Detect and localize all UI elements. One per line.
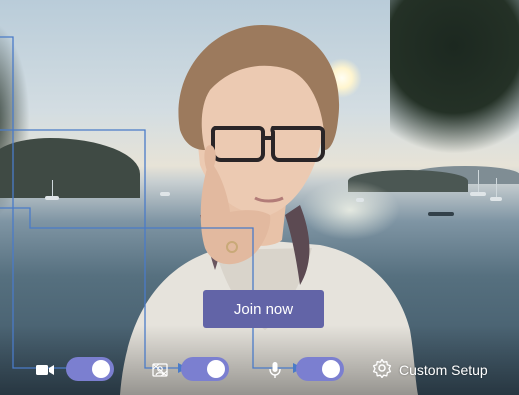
background-effects-toggle[interactable] bbox=[181, 357, 229, 381]
device-controls-bar: Custom Setup bbox=[0, 352, 519, 388]
custom-setup-button[interactable]: Custom Setup bbox=[372, 358, 488, 382]
camera-icon[interactable] bbox=[35, 362, 55, 378]
camera-toggle-knob bbox=[92, 360, 110, 378]
video-preview bbox=[0, 0, 519, 395]
join-now-button[interactable]: Join now bbox=[203, 290, 324, 328]
background-effects-toggle-knob bbox=[207, 360, 225, 378]
camera-toggle[interactable] bbox=[66, 357, 114, 381]
background-effects-icon[interactable] bbox=[150, 362, 170, 378]
microphone-toggle[interactable] bbox=[296, 357, 344, 381]
gear-icon bbox=[372, 358, 392, 383]
microphone-icon[interactable] bbox=[265, 362, 285, 378]
microphone-toggle-knob bbox=[322, 360, 340, 378]
custom-setup-label: Custom Setup bbox=[399, 362, 488, 378]
